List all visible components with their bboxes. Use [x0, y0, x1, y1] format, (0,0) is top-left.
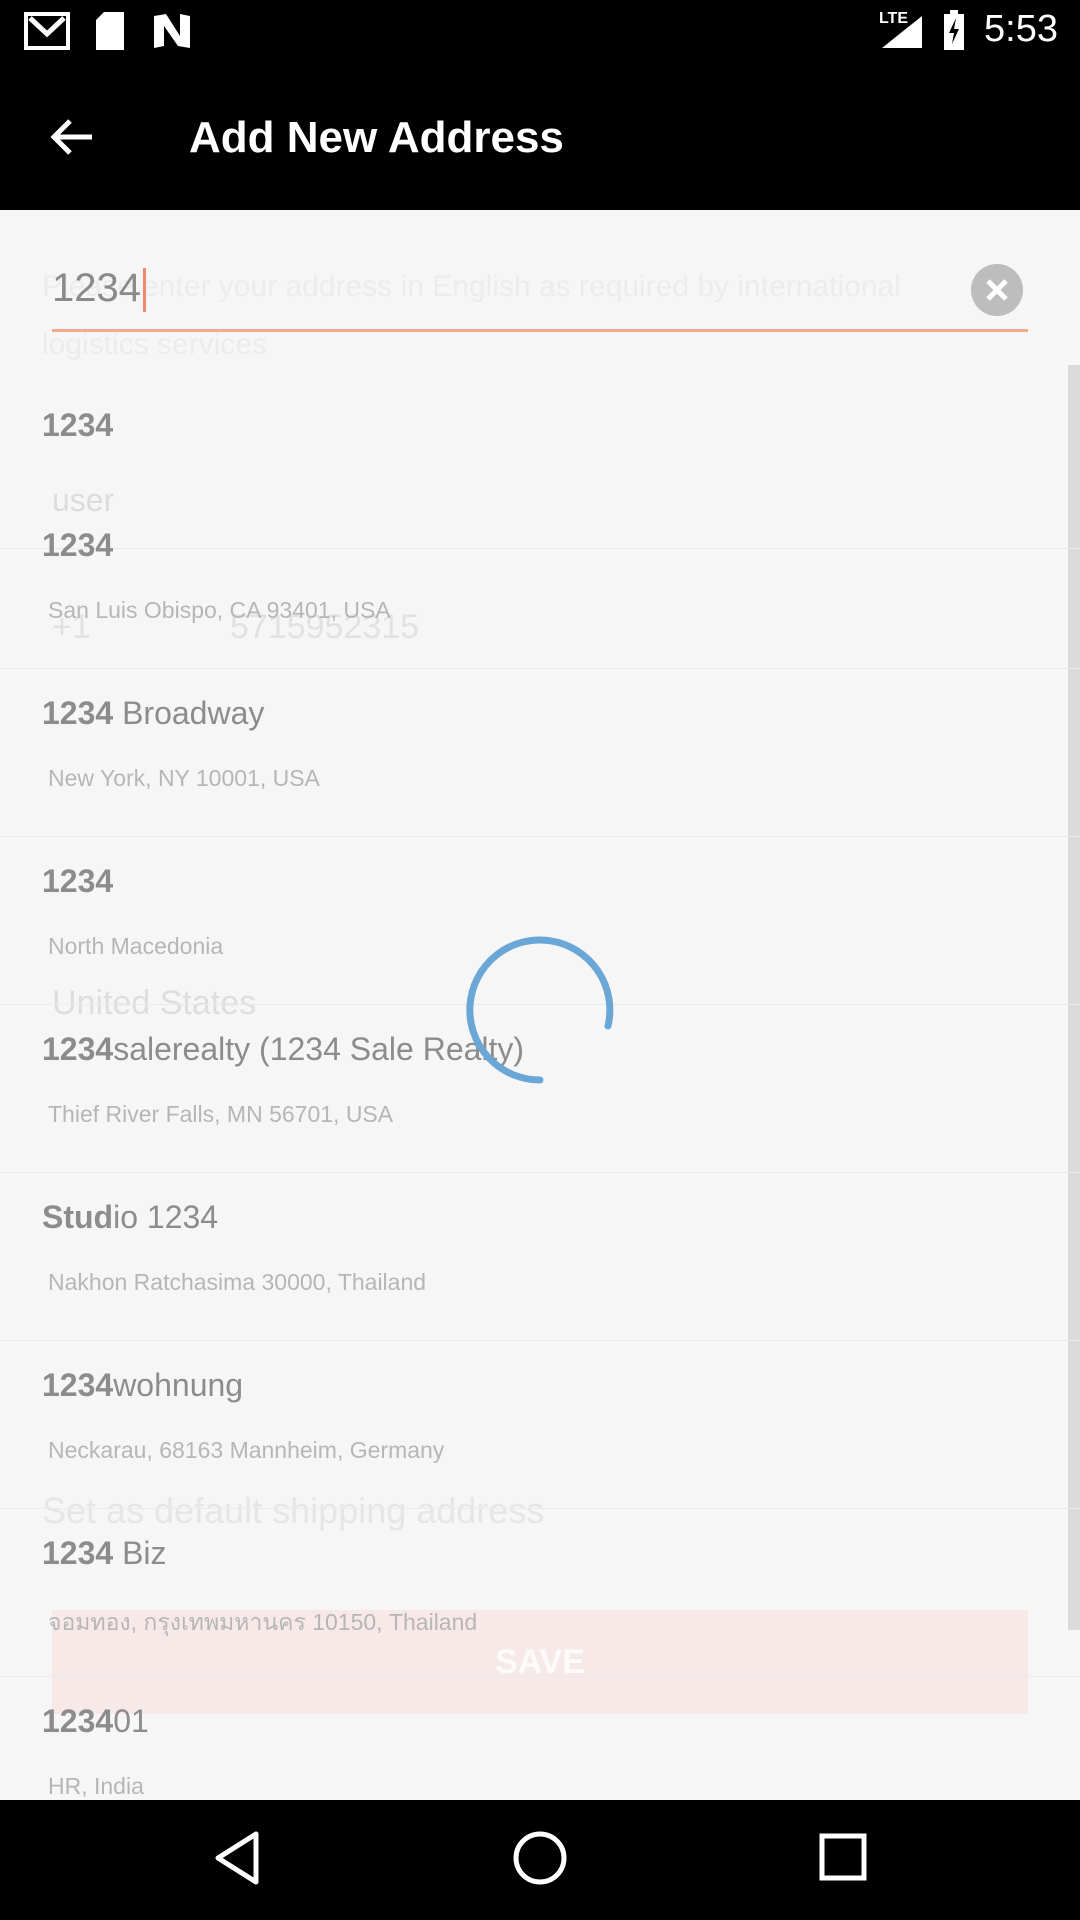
- suggestion-subtitle: Nakhon Ratchasima 30000, Thailand: [48, 1269, 427, 1295]
- signal-icon: [882, 16, 922, 48]
- loading-spinner-icon: [466, 936, 614, 1084]
- suggestion-subtitle: Thief River Falls, MN 56701, USA: [48, 1101, 394, 1127]
- back-nav-icon[interactable]: [212, 1830, 262, 1886]
- suggestion-title: Studio 1234: [42, 1199, 219, 1235]
- suggestion-title: 1234salerealty (1234 Sale Realty): [42, 1031, 525, 1067]
- input-underline: [52, 329, 1028, 332]
- arrow-left-icon[interactable]: [48, 113, 96, 161]
- home-nav-icon[interactable]: [512, 1830, 568, 1886]
- suggestion-subtitle: North Macedonia: [48, 933, 224, 959]
- clock: 5:53: [984, 8, 1058, 50]
- list-item[interactable]: 1234 San Luis Obispo, CA 93401, USA: [0, 501, 1080, 669]
- list-item[interactable]: Studio 1234 Nakhon Ratchasima 30000, Tha…: [0, 1173, 1080, 1341]
- suggestion-title: 123401: [42, 1703, 149, 1739]
- suggestion-title: 1234 Broadway: [42, 695, 265, 731]
- suggestion-subtitle: HR, India: [48, 1773, 144, 1799]
- sd-card-icon: [96, 12, 124, 50]
- status-bar: LTE 5:53: [0, 0, 1080, 63]
- list-item[interactable]: 123401 HR, India: [0, 1677, 1080, 1799]
- text-cursor: [142, 268, 146, 313]
- suggestion-title: 1234: [42, 863, 114, 899]
- n-app-icon: [154, 14, 190, 48]
- gmail-icon: [24, 12, 70, 50]
- list-item[interactable]: 1234 Broadway New York, NY 10001, USA: [0, 669, 1080, 837]
- list-item[interactable]: 1234 Biz จอมทอง, กรุงเทพมหานคร 10150, Th…: [0, 1509, 1080, 1677]
- suggestion-title: 1234 Biz: [42, 1535, 167, 1571]
- list-item[interactable]: 1234wohnung Neckarau, 68163 Mannheim, Ge…: [0, 1341, 1080, 1509]
- navigation-bar: [0, 1800, 1080, 1920]
- suggestion-subtitle: New York, NY 10001, USA: [48, 765, 320, 791]
- page-title: Add New Address: [189, 113, 564, 162]
- suggestion-title: 1234wohnung: [42, 1367, 244, 1403]
- app-bar: Add New Address: [0, 63, 1080, 210]
- suggestion-subtitle: San Luis Obispo, CA 93401, USA: [48, 597, 391, 623]
- suggestion-title: 1234: [42, 407, 114, 443]
- address-search-field[interactable]: 1234: [52, 258, 1028, 332]
- suggestion-subtitle: จอมทอง, กรุงเทพมหานคร 10150, Thailand: [48, 1609, 478, 1635]
- battery-charging-icon: [944, 10, 964, 50]
- address-search-input[interactable]: 1234: [52, 266, 146, 313]
- suggestion-subtitle: Neckarau, 68163 Mannheim, Germany: [48, 1437, 445, 1463]
- suggestion-title: 1234: [42, 527, 114, 563]
- recents-nav-icon[interactable]: [818, 1832, 868, 1882]
- clear-circle-icon[interactable]: [971, 264, 1023, 316]
